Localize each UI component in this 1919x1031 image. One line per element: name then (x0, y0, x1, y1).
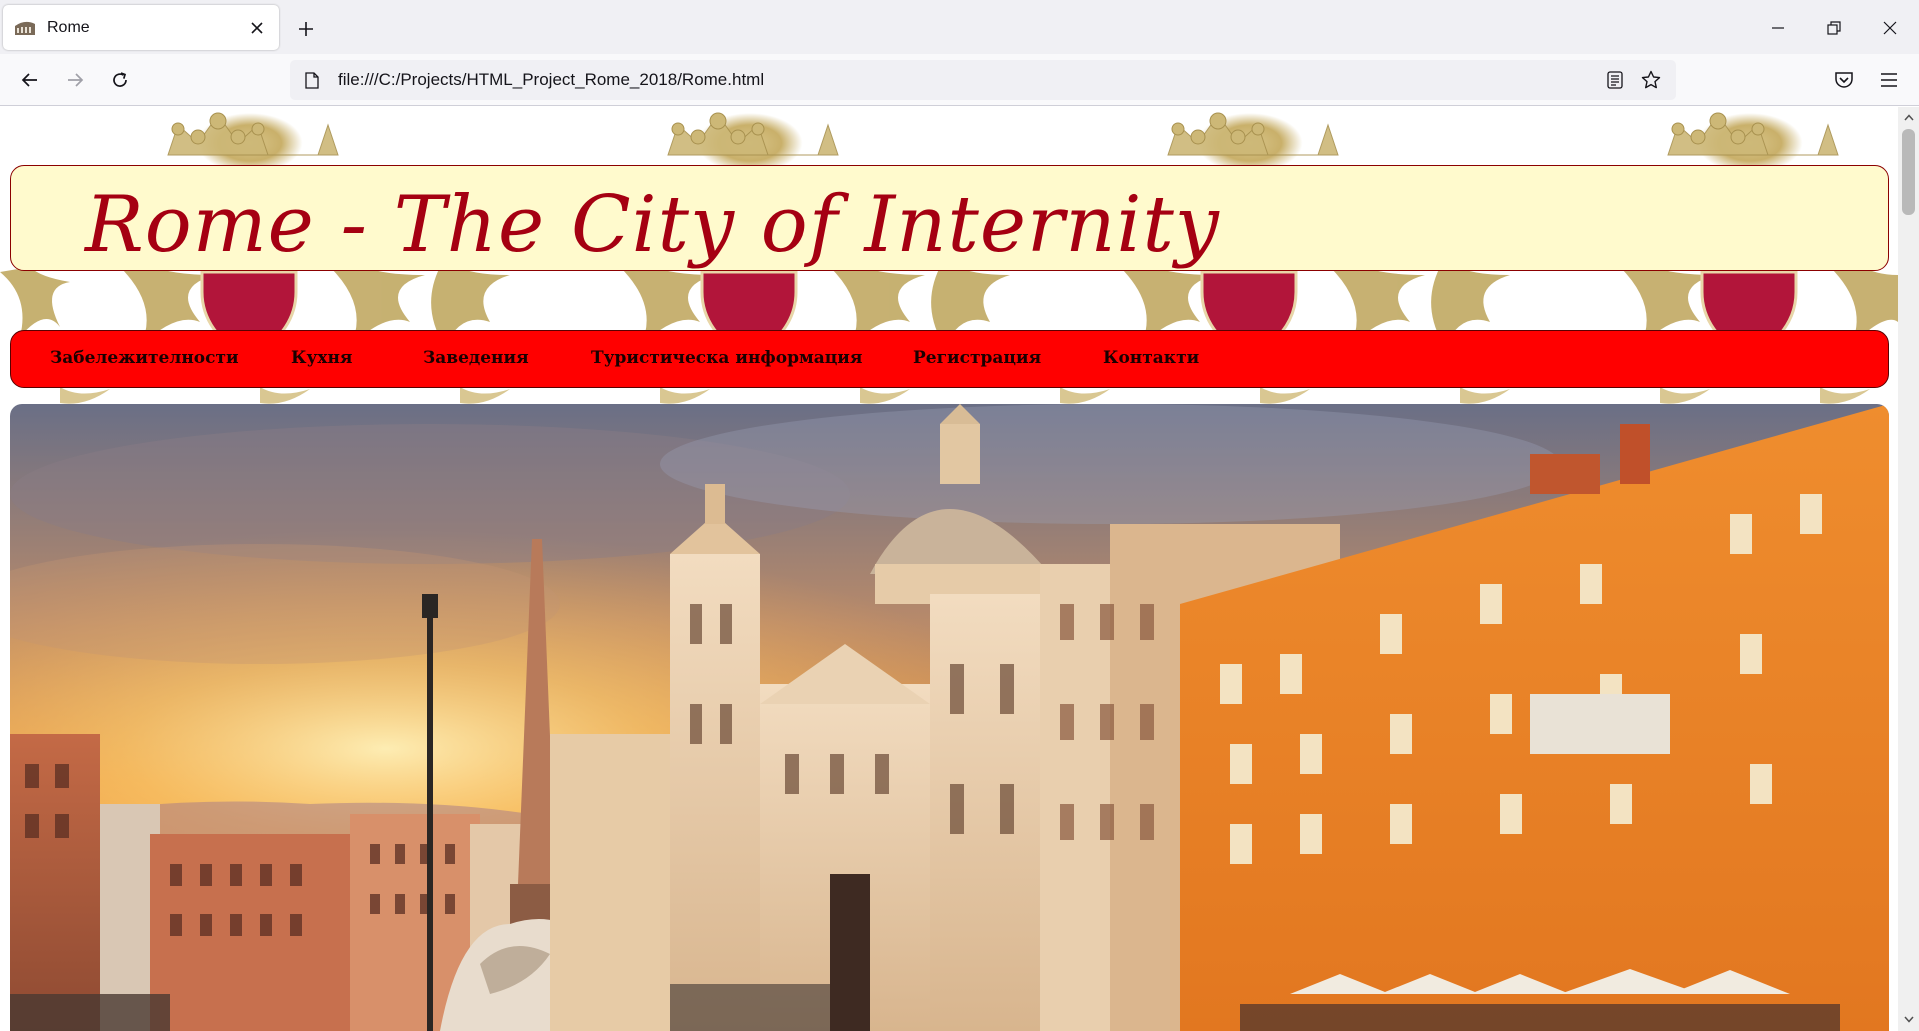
crown-icon (1167, 112, 1339, 156)
nav-item-venues[interactable]: Заведения (423, 348, 529, 368)
page-scrollbar[interactable] (1898, 107, 1919, 1031)
close-tab-icon[interactable] (243, 14, 271, 42)
page-icon (302, 70, 322, 90)
back-arrow-icon[interactable] (12, 62, 48, 98)
url-bar[interactable]: file:///C:/Projects/HTML_Project_Rome_20… (290, 60, 1676, 100)
forward-arrow-icon[interactable] (57, 62, 93, 98)
hamburger-icon[interactable] (1871, 62, 1907, 98)
scroll-up-icon[interactable] (1901, 110, 1916, 125)
star-icon[interactable] (1634, 63, 1668, 97)
new-tab-icon[interactable] (290, 13, 322, 45)
pocket-icon[interactable] (1826, 62, 1862, 98)
browser-tab-bar: Rome (0, 0, 1919, 54)
site-nav-menu: Забележителности Кухня Заведения Туристи… (10, 330, 1889, 388)
close-window-icon[interactable] (1870, 8, 1910, 48)
minimize-icon[interactable] (1758, 8, 1798, 48)
site-header: Rome - The City of Internity (10, 165, 1889, 271)
colosseum-icon (14, 19, 36, 37)
restore-icon[interactable] (1814, 8, 1854, 48)
nav-item-contacts[interactable]: Контакти (1103, 348, 1199, 368)
site-title: Rome - The City of Internity (85, 180, 1220, 270)
browser-tab[interactable]: Rome (3, 5, 279, 50)
scroll-thumb[interactable] (1902, 129, 1915, 215)
crown-icon (1667, 112, 1839, 156)
crown-icon (667, 112, 839, 156)
hero-image (10, 404, 1889, 1031)
scroll-down-icon[interactable] (1901, 1012, 1916, 1027)
reload-icon[interactable] (102, 62, 138, 98)
nav-item-cuisine[interactable]: Кухня (291, 348, 352, 368)
browser-toolbar: file:///C:/Projects/HTML_Project_Rome_20… (0, 54, 1919, 106)
nav-item-sights[interactable]: Забележителности (50, 348, 239, 368)
crown-icon (167, 112, 339, 156)
url-text[interactable]: file:///C:/Projects/HTML_Project_Rome_20… (338, 70, 1598, 90)
page-viewport: Rome - The City of Internity Забележител… (0, 107, 1898, 1031)
tab-title: Rome (47, 18, 90, 36)
nav-item-registration[interactable]: Регистрация (913, 348, 1041, 368)
nav-item-tourist-info[interactable]: Туристическа информация (591, 348, 862, 368)
reader-view-icon[interactable] (1598, 63, 1632, 97)
